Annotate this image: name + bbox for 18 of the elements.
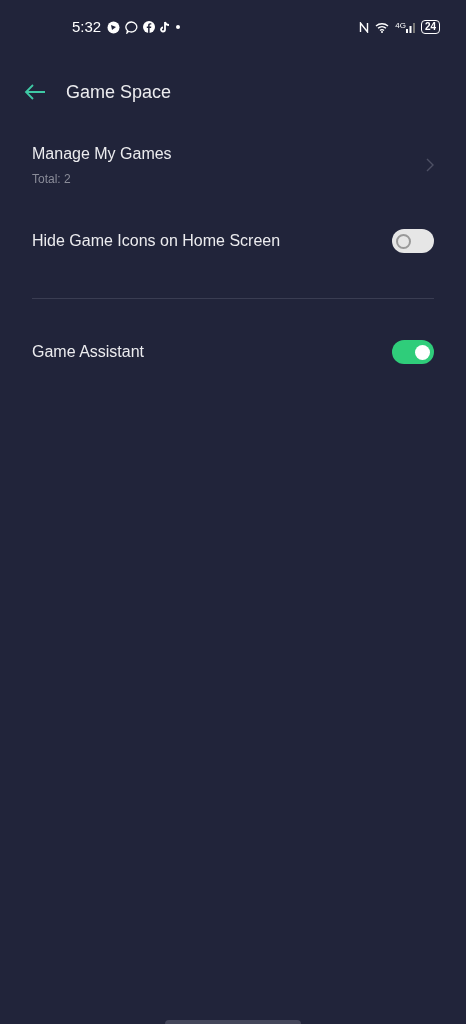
status-time: 5:32	[72, 16, 102, 37]
wifi-icon	[375, 21, 390, 33]
signal-icon	[405, 21, 415, 33]
row-label: Game Assistant	[32, 342, 145, 362]
row-subtitle: Total: 2	[32, 171, 72, 188]
nfc-icon	[359, 21, 370, 33]
toggle-switch[interactable]	[392, 229, 434, 253]
facebook-icon	[143, 21, 156, 33]
row-label: Hide Game Icons on Home Screen	[32, 231, 281, 251]
chevron-right-icon	[426, 158, 434, 172]
back-arrow-icon	[24, 84, 46, 100]
music-note-icon	[160, 21, 172, 33]
page-title: Game Space	[66, 80, 172, 104]
toggle-switch[interactable]	[392, 340, 434, 364]
row-label: Manage My Games	[32, 144, 172, 164]
battery-indicator: 24	[420, 20, 440, 34]
settings-row[interactable]: Manage My Games Total: 2	[32, 130, 434, 200]
network-label: 4G	[395, 21, 406, 30]
